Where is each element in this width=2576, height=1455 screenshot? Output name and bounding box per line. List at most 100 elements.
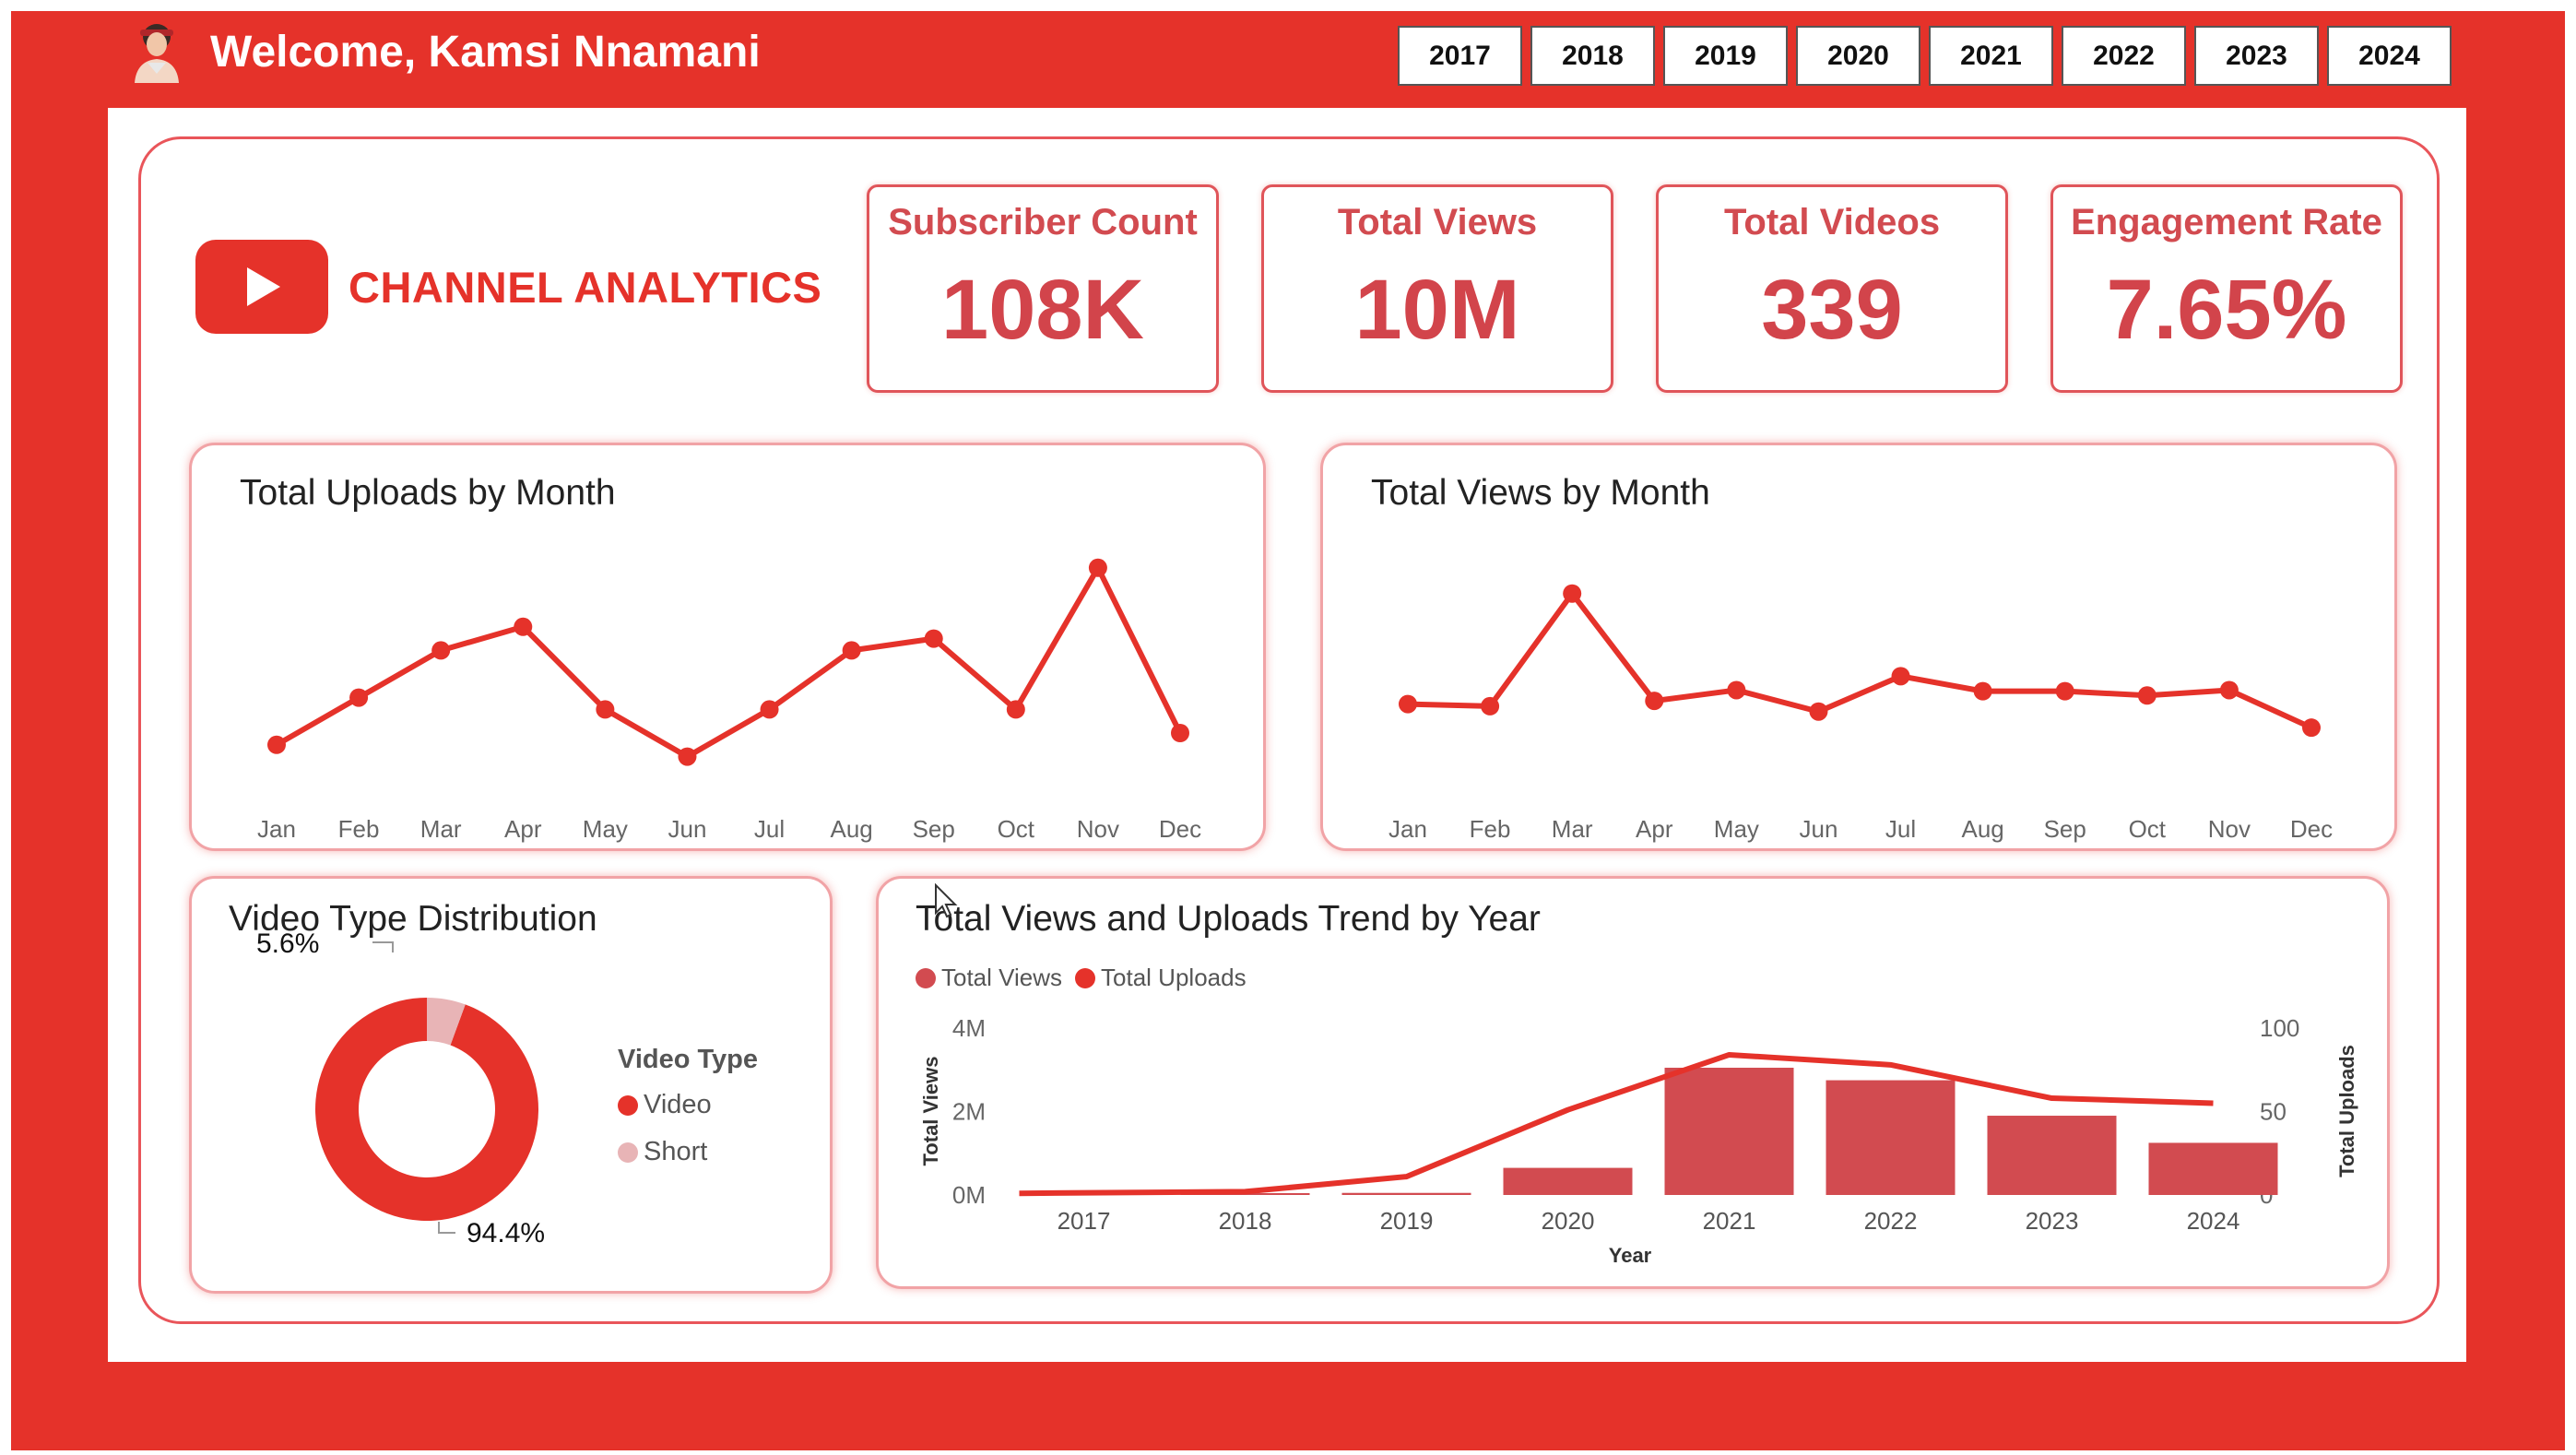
data-point[interactable] — [267, 735, 286, 754]
x-tick-label: Apr — [504, 815, 542, 843]
legend-dot — [618, 1142, 638, 1163]
data-point[interactable] — [514, 617, 533, 636]
x-tick-label: Nov — [2208, 815, 2251, 843]
kpi-value: 108K — [941, 263, 1144, 357]
data-point[interactable] — [1727, 680, 1746, 700]
leader-line — [372, 941, 394, 952]
x-tick-label: Jul — [754, 815, 785, 843]
kpi-label: Total Videos — [1723, 202, 1941, 243]
kpi-total-views: Total Views 10M — [1261, 184, 1613, 393]
x-tick-label: 2019 — [1380, 1207, 1434, 1235]
kpi-subscriber-count: Subscriber Count 108K — [867, 184, 1219, 393]
data-point[interactable] — [1809, 702, 1828, 721]
year-button-2023[interactable]: 2023 — [2194, 26, 2319, 86]
data-point[interactable] — [760, 700, 779, 719]
x-axis-title: Year — [1609, 1244, 1652, 1267]
bar-total-views[interactable] — [2148, 1142, 2278, 1195]
x-tick-label: Jun — [668, 815, 706, 843]
slice-label-video: 94.4% — [467, 1218, 545, 1248]
series-line — [275, 564, 1183, 760]
kpi-label: Total Views — [1337, 202, 1538, 243]
x-tick-label: Feb — [1470, 815, 1511, 843]
year-button-2021[interactable]: 2021 — [1929, 26, 2053, 86]
data-point[interactable] — [1481, 696, 1500, 716]
y2-tick-label: 50 — [2260, 1098, 2286, 1126]
kpi-value: 7.65% — [2106, 263, 2347, 357]
year-filter: 2017 2018 2019 2020 2021 2022 2023 2024 — [1398, 26, 2452, 86]
y-axis-title: Total Views — [919, 1056, 942, 1165]
x-tick-label: Dec — [2290, 815, 2333, 843]
data-point[interactable] — [1891, 667, 1910, 686]
x-tick-label: Apr — [1636, 815, 1673, 843]
year-button-2019[interactable]: 2019 — [1663, 26, 1788, 86]
legend-item-short[interactable]: Short — [618, 1137, 758, 1167]
bar-total-views[interactable] — [1503, 1167, 1633, 1195]
data-point[interactable] — [2137, 686, 2157, 705]
data-point[interactable] — [1006, 700, 1025, 719]
x-tick-label: 2022 — [1864, 1207, 1918, 1235]
data-point[interactable] — [1088, 558, 1107, 577]
x-tick-label: Oct — [2129, 815, 2167, 843]
x-tick-label: Jan — [1388, 815, 1427, 843]
bar-total-views[interactable] — [1664, 1067, 1794, 1195]
x-tick-label: 2018 — [1219, 1207, 1272, 1235]
kpi-engagement-rate: Engagement Rate 7.65% — [2050, 184, 2403, 393]
yearly-trend-panel: Total Views and Uploads Trend by Year To… — [876, 876, 2390, 1289]
brand-title: CHANNEL ANALYTICS — [349, 262, 822, 312]
x-tick-label: Feb — [338, 815, 380, 843]
legend-label: Video — [644, 1090, 712, 1119]
data-point[interactable] — [678, 747, 697, 766]
legend-title: Video Type — [618, 1045, 759, 1074]
data-point[interactable] — [842, 641, 861, 660]
x-tick-label: Mar — [1552, 815, 1593, 843]
y-tick-label: 0M — [952, 1181, 986, 1209]
data-point[interactable] — [1973, 681, 1992, 701]
video-type-panel: Video Type Distribution 5.6% 94.4% Video … — [189, 876, 833, 1294]
x-tick-label: 2020 — [1542, 1207, 1595, 1235]
data-point[interactable] — [349, 688, 369, 707]
data-point[interactable] — [924, 629, 943, 648]
x-tick-label: Nov — [1077, 815, 1119, 843]
y-tick-label: 4M — [952, 1014, 986, 1042]
year-button-2024[interactable]: 2024 — [2327, 26, 2452, 86]
uploads-by-month-panel: Total Uploads by Month Jan Feb Mar Apr May Ju… — [189, 443, 1266, 851]
x-tick-label: Jun — [1799, 815, 1837, 843]
welcome-text: Welcome, Kamsi Nnamani — [210, 27, 761, 77]
x-tick-label: Mar — [420, 815, 462, 843]
x-tick-label: 2024 — [2187, 1207, 2240, 1235]
x-tick-label: May — [1714, 815, 1759, 843]
year-button-2022[interactable]: 2022 — [2062, 26, 2186, 86]
kpi-label: Subscriber Count — [888, 202, 1198, 243]
x-tick-label: Sep — [913, 815, 955, 843]
year-button-2017[interactable]: 2017 — [1398, 26, 1522, 86]
data-point[interactable] — [1563, 584, 1582, 603]
data-point[interactable] — [1645, 692, 1664, 711]
bar-total-views[interactable] — [1826, 1080, 1956, 1195]
bar-total-views[interactable] — [1341, 1192, 1471, 1195]
slice-label-short: 5.6% — [256, 929, 319, 959]
year-button-2018[interactable]: 2018 — [1530, 26, 1655, 86]
y2-axis-title: Total Uploads — [2335, 1045, 2358, 1177]
data-point[interactable] — [1399, 694, 1417, 714]
year-button-2020[interactable]: 2020 — [1796, 26, 1920, 86]
x-tick-label: Oct — [998, 815, 1035, 843]
x-tick-label: Jan — [257, 815, 296, 843]
uploads-line-chart: Jan Feb Mar Apr May Jun Jul Aug Sep Oct Nov Dec — [257, 558, 1201, 843]
bar-total-views[interactable] — [1987, 1116, 2117, 1195]
data-point[interactable] — [2302, 718, 2321, 738]
donut-legend: Video Type Video Short — [618, 1045, 758, 1184]
views-by-month-panel: Total Views by Month Jan Feb Mar Apr May Jun J… — [1320, 443, 2397, 851]
kpi-label: Engagement Rate — [2071, 202, 2382, 243]
data-point[interactable] — [1171, 724, 1189, 742]
data-point[interactable] — [2219, 680, 2239, 700]
x-tick-label: Aug — [1962, 815, 2004, 843]
x-tick-label: Aug — [831, 815, 873, 843]
data-point[interactable] — [596, 700, 615, 719]
series-line — [1407, 590, 2313, 730]
data-point[interactable] — [431, 641, 451, 660]
user-avatar-icon — [135, 24, 179, 83]
data-point[interactable] — [2055, 681, 2074, 701]
y-tick-label: 2M — [952, 1098, 986, 1126]
legend-item-video[interactable]: Video — [618, 1090, 758, 1120]
x-tick-label: Dec — [1159, 815, 1201, 843]
